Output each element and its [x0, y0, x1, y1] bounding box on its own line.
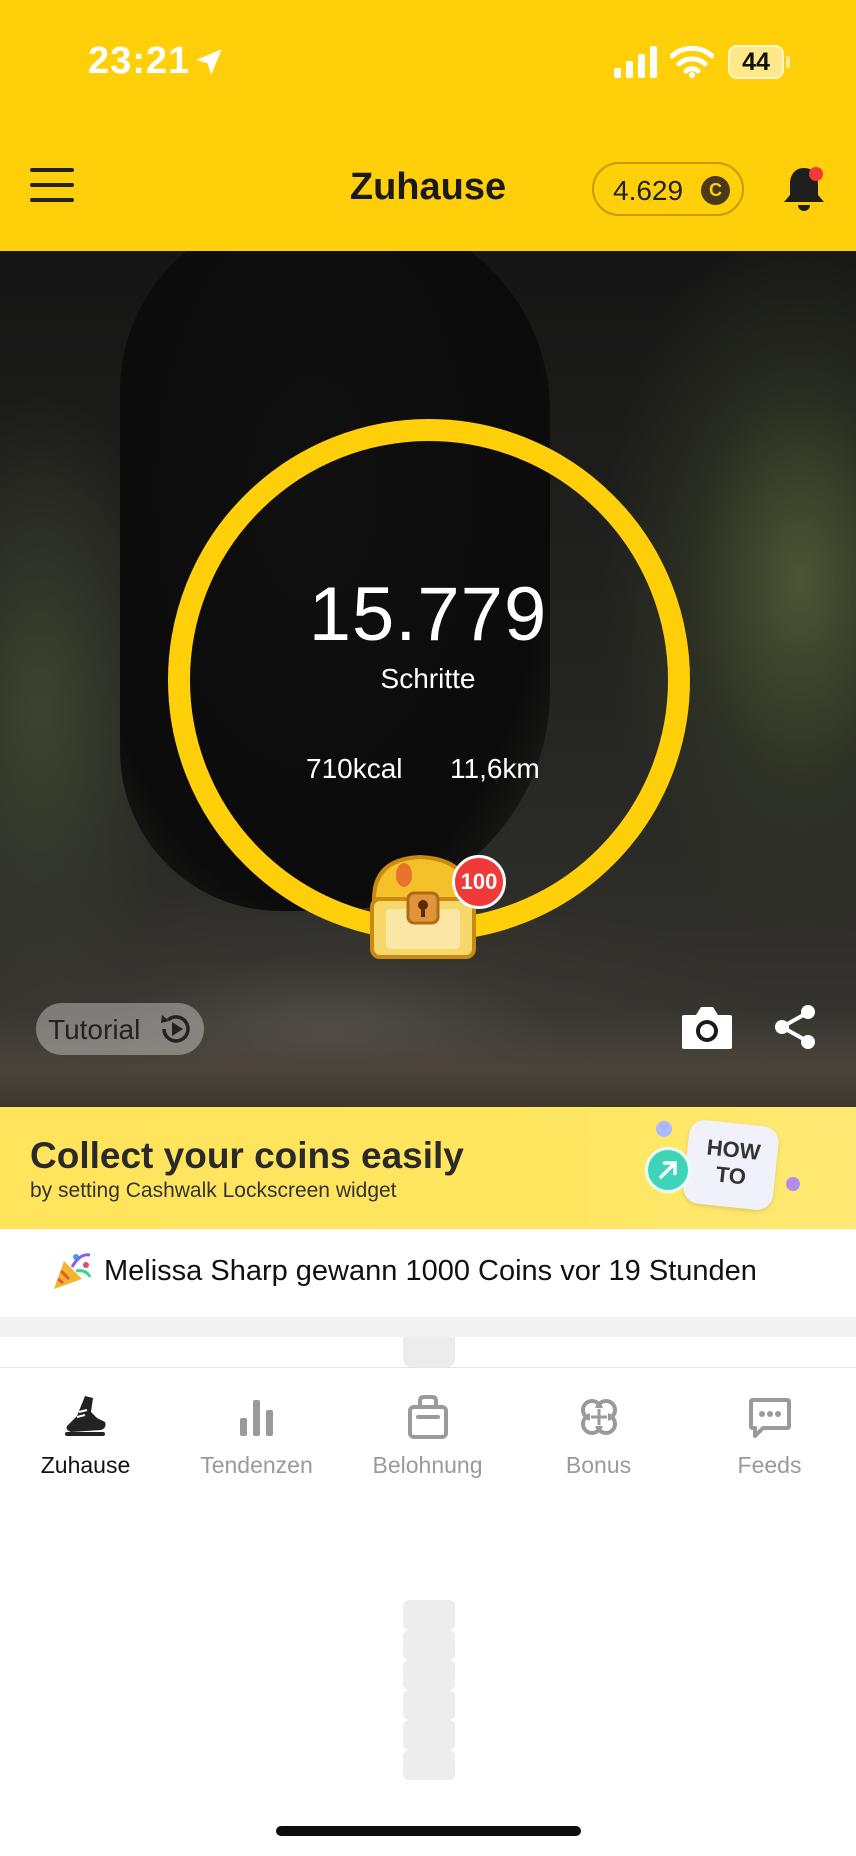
tab-label: Zuhause: [40, 1452, 131, 1478]
clover-icon: [581, 1399, 617, 1435]
shopping-bag-icon: [408, 1395, 448, 1439]
coin-balance: 4.629: [613, 175, 684, 206]
tutorial-button[interactable]: Tutorial: [36, 1003, 204, 1055]
distance-value: 11,6km: [450, 753, 540, 784]
loading-placeholder: [403, 1750, 455, 1780]
cellular-signal-icon: [614, 46, 657, 78]
tab-belohnung[interactable]: Belohnung: [342, 1368, 513, 1478]
home-indicator[interactable]: [276, 1826, 581, 1836]
tab-zuhause[interactable]: Zuhause: [0, 1368, 171, 1478]
app-header: Zuhause 4.629 C: [0, 130, 856, 251]
section-divider: [0, 1317, 856, 1337]
step-count: 15.779: [308, 572, 548, 657]
step-counter-hero: 15.779 Schritte 710kcal 11,6km 100 Tutor…: [0, 251, 856, 1107]
replay-icon: [161, 1015, 190, 1043]
loading-placeholder: [403, 1690, 455, 1720]
arrow-up-right-icon: [645, 1147, 691, 1193]
battery-level: 44: [742, 48, 770, 76]
share-icon[interactable]: [772, 1003, 818, 1051]
tutorial-label: Tutorial: [48, 1014, 141, 1045]
decorative-dot: [786, 1177, 800, 1191]
bar-chart-icon: [240, 1400, 273, 1436]
chat-icon: [749, 1398, 791, 1438]
howto-card[interactable]: HOW TO: [681, 1118, 781, 1212]
tab-label: Bonus: [565, 1452, 632, 1478]
banner-subtitle: by setting Cashwalk Lockscreen widget: [30, 1179, 397, 1202]
step-count-label: Schritte: [380, 663, 476, 694]
battery-cap: [786, 56, 790, 68]
lockscreen-widget-banner[interactable]: Collect your coins easily by setting Cas…: [0, 1107, 856, 1229]
coin-icon: C: [701, 176, 730, 205]
camera-icon[interactable]: [680, 1003, 734, 1051]
winner-ticker: Melissa Sharp gewann 1000 Coins vor 19 S…: [0, 1229, 856, 1317]
bottom-tab-bar: Zuhause Tendenzen Belohnung Bonus Feeds: [0, 1367, 856, 1478]
ticker-text: Melissa Sharp gewann 1000 Coins vor 19 S…: [104, 1255, 757, 1287]
howto-label: HOW TO: [705, 1134, 762, 1190]
decorative-dot: [656, 1121, 672, 1137]
status-bar: 23:21 44: [0, 0, 856, 130]
tab-tendenzen[interactable]: Tendenzen: [171, 1368, 342, 1478]
loading-placeholder: [403, 1600, 455, 1630]
chest-count-badge: 100: [452, 855, 506, 909]
loading-placeholder: [403, 1660, 455, 1690]
party-popper-icon: [54, 1253, 92, 1289]
coin-balance-button[interactable]: 4.629 C: [592, 162, 744, 216]
location-arrow-icon: [196, 49, 222, 75]
banner-title: Collect your coins easily: [30, 1135, 464, 1176]
tab-bonus[interactable]: Bonus: [513, 1368, 684, 1478]
shoe-icon: [65, 1396, 106, 1436]
loading-placeholder: [403, 1720, 455, 1750]
calories-value: 710kcal: [306, 753, 403, 784]
tab-feeds[interactable]: Feeds: [684, 1368, 855, 1478]
loading-placeholder: [403, 1337, 455, 1367]
status-time: 23:21: [88, 40, 191, 82]
tab-label: Tendenzen: [200, 1452, 313, 1478]
notification-bell-icon[interactable]: [780, 164, 828, 214]
loading-placeholder: [403, 1630, 455, 1660]
wifi-icon: [670, 45, 714, 78]
battery-indicator: 44: [728, 45, 784, 79]
tab-label: Feeds: [737, 1452, 802, 1478]
tab-label: Belohnung: [372, 1452, 483, 1478]
